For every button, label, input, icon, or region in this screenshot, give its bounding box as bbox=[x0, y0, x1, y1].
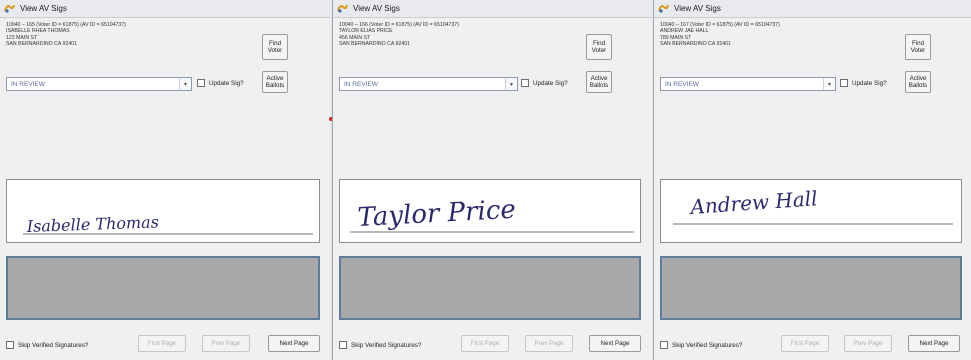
chevron-down-icon[interactable]: ▾ bbox=[179, 78, 191, 90]
update-sig-label: Update Sig? bbox=[533, 79, 568, 87]
status-value: IN REVIEW bbox=[665, 80, 699, 88]
update-sig-checkbox-group[interactable]: Update Sig? bbox=[521, 79, 568, 87]
voter-city: SAN BERNARDINO CA 92401 bbox=[339, 40, 410, 47]
update-sig-label: Update Sig? bbox=[852, 79, 887, 87]
window-titlebar[interactable]: View AV Sigs bbox=[0, 0, 330, 18]
next-page-button[interactable]: Next Page bbox=[589, 335, 641, 352]
status-select[interactable]: IN REVIEW ▾ bbox=[660, 77, 836, 91]
active-ballots-button[interactable]: Active Ballots bbox=[262, 71, 288, 93]
signature-capture-area[interactable] bbox=[339, 256, 641, 320]
prev-page-button[interactable]: Prev Page bbox=[202, 335, 250, 352]
signature-ink: Isabelle Thomas bbox=[25, 212, 159, 236]
voter-city: SAN BERNARDINO CA 92401 bbox=[6, 40, 77, 47]
signature-scan: Andrew Hall bbox=[673, 186, 953, 225]
skip-verified-label: Skip Verified Signatures? bbox=[672, 341, 743, 349]
signature-capture-area[interactable] bbox=[6, 256, 320, 320]
signature-scan: Taylor Price bbox=[350, 195, 634, 233]
window-titlebar[interactable]: View AV Sigs bbox=[333, 0, 652, 18]
status-select[interactable]: IN REVIEW ▾ bbox=[339, 77, 518, 91]
voter-info: 10040 – 166 (Voter ID = 61875) (AV ID = … bbox=[339, 22, 569, 47]
signature-scan: Isabelle Thomas bbox=[23, 212, 313, 236]
find-voter-button[interactable]: Find Voter bbox=[262, 34, 288, 60]
find-voter-button[interactable]: Find Voter bbox=[905, 34, 931, 60]
signature-image: Isabelle Thomas bbox=[6, 179, 320, 243]
voter-info: 10040 – 165 (Voter ID = 61875) (AV ID = … bbox=[6, 22, 236, 47]
skip-verified-checkbox-group[interactable]: Skip Verified Signatures? bbox=[660, 341, 742, 349]
next-page-button[interactable]: Next Page bbox=[908, 335, 960, 352]
signature-ink: Andrew Hall bbox=[688, 186, 819, 219]
next-page-button[interactable]: Next Page bbox=[268, 335, 320, 352]
window-title: View AV Sigs bbox=[353, 4, 400, 13]
view-av-sigs-window-3: View AV Sigs 10040 – 167 (Voter ID = 618… bbox=[653, 0, 971, 360]
chevron-down-icon[interactable]: ▾ bbox=[505, 78, 517, 90]
prev-page-button[interactable]: Prev Page bbox=[525, 335, 573, 352]
first-page-button[interactable]: First Page bbox=[461, 335, 509, 352]
skip-verified-checkbox[interactable] bbox=[339, 341, 347, 349]
skip-verified-checkbox-group[interactable]: Skip Verified Signatures? bbox=[6, 341, 88, 349]
signature-capture-area[interactable] bbox=[660, 256, 962, 320]
window-title: View AV Sigs bbox=[674, 4, 721, 13]
first-page-button[interactable]: First Page bbox=[781, 335, 829, 352]
active-ballots-button[interactable]: Active Ballots bbox=[586, 71, 612, 93]
update-sig-label: Update Sig? bbox=[209, 79, 244, 87]
skip-verified-label: Skip Verified Signatures? bbox=[351, 341, 422, 349]
app-window-icon bbox=[4, 4, 15, 13]
chevron-down-icon[interactable]: ▾ bbox=[823, 78, 835, 90]
signature-image: Taylor Price bbox=[339, 179, 641, 243]
voter-info: 10040 – 167 (Voter ID = 61875) (AV ID = … bbox=[660, 22, 890, 47]
view-av-sigs-window-1: View AV Sigs 10040 – 165 (Voter ID = 618… bbox=[0, 0, 330, 360]
window-title: View AV Sigs bbox=[20, 4, 67, 13]
find-voter-button[interactable]: Find Voter bbox=[586, 34, 612, 60]
update-sig-checkbox-group[interactable]: Update Sig? bbox=[840, 79, 887, 87]
skip-verified-checkbox-group[interactable]: Skip Verified Signatures? bbox=[339, 341, 421, 349]
update-sig-checkbox-group[interactable]: Update Sig? bbox=[197, 79, 244, 87]
voter-city: SAN BERNARDINO CA 92401 bbox=[660, 40, 731, 47]
update-sig-checkbox[interactable] bbox=[521, 79, 529, 87]
first-page-button[interactable]: First Page bbox=[138, 335, 186, 352]
signature-ink: Taylor Price bbox=[357, 195, 517, 233]
status-value: IN REVIEW bbox=[344, 80, 378, 88]
update-sig-checkbox[interactable] bbox=[197, 79, 205, 87]
status-select[interactable]: IN REVIEW ▾ bbox=[6, 77, 192, 91]
status-value: IN REVIEW bbox=[11, 80, 45, 88]
view-av-sigs-window-2: View AV Sigs 10040 – 166 (Voter ID = 618… bbox=[332, 0, 652, 360]
skip-verified-checkbox[interactable] bbox=[6, 341, 14, 349]
signature-image: Andrew Hall bbox=[660, 179, 962, 243]
app-window-icon bbox=[337, 4, 348, 13]
update-sig-checkbox[interactable] bbox=[840, 79, 848, 87]
prev-page-button[interactable]: Prev Page bbox=[844, 335, 892, 352]
window-titlebar[interactable]: View AV Sigs bbox=[654, 0, 971, 18]
skip-verified-checkbox[interactable] bbox=[660, 341, 668, 349]
app-window-icon bbox=[658, 4, 669, 13]
active-ballots-button[interactable]: Active Ballots bbox=[905, 71, 931, 93]
skip-verified-label: Skip Verified Signatures? bbox=[18, 341, 89, 349]
